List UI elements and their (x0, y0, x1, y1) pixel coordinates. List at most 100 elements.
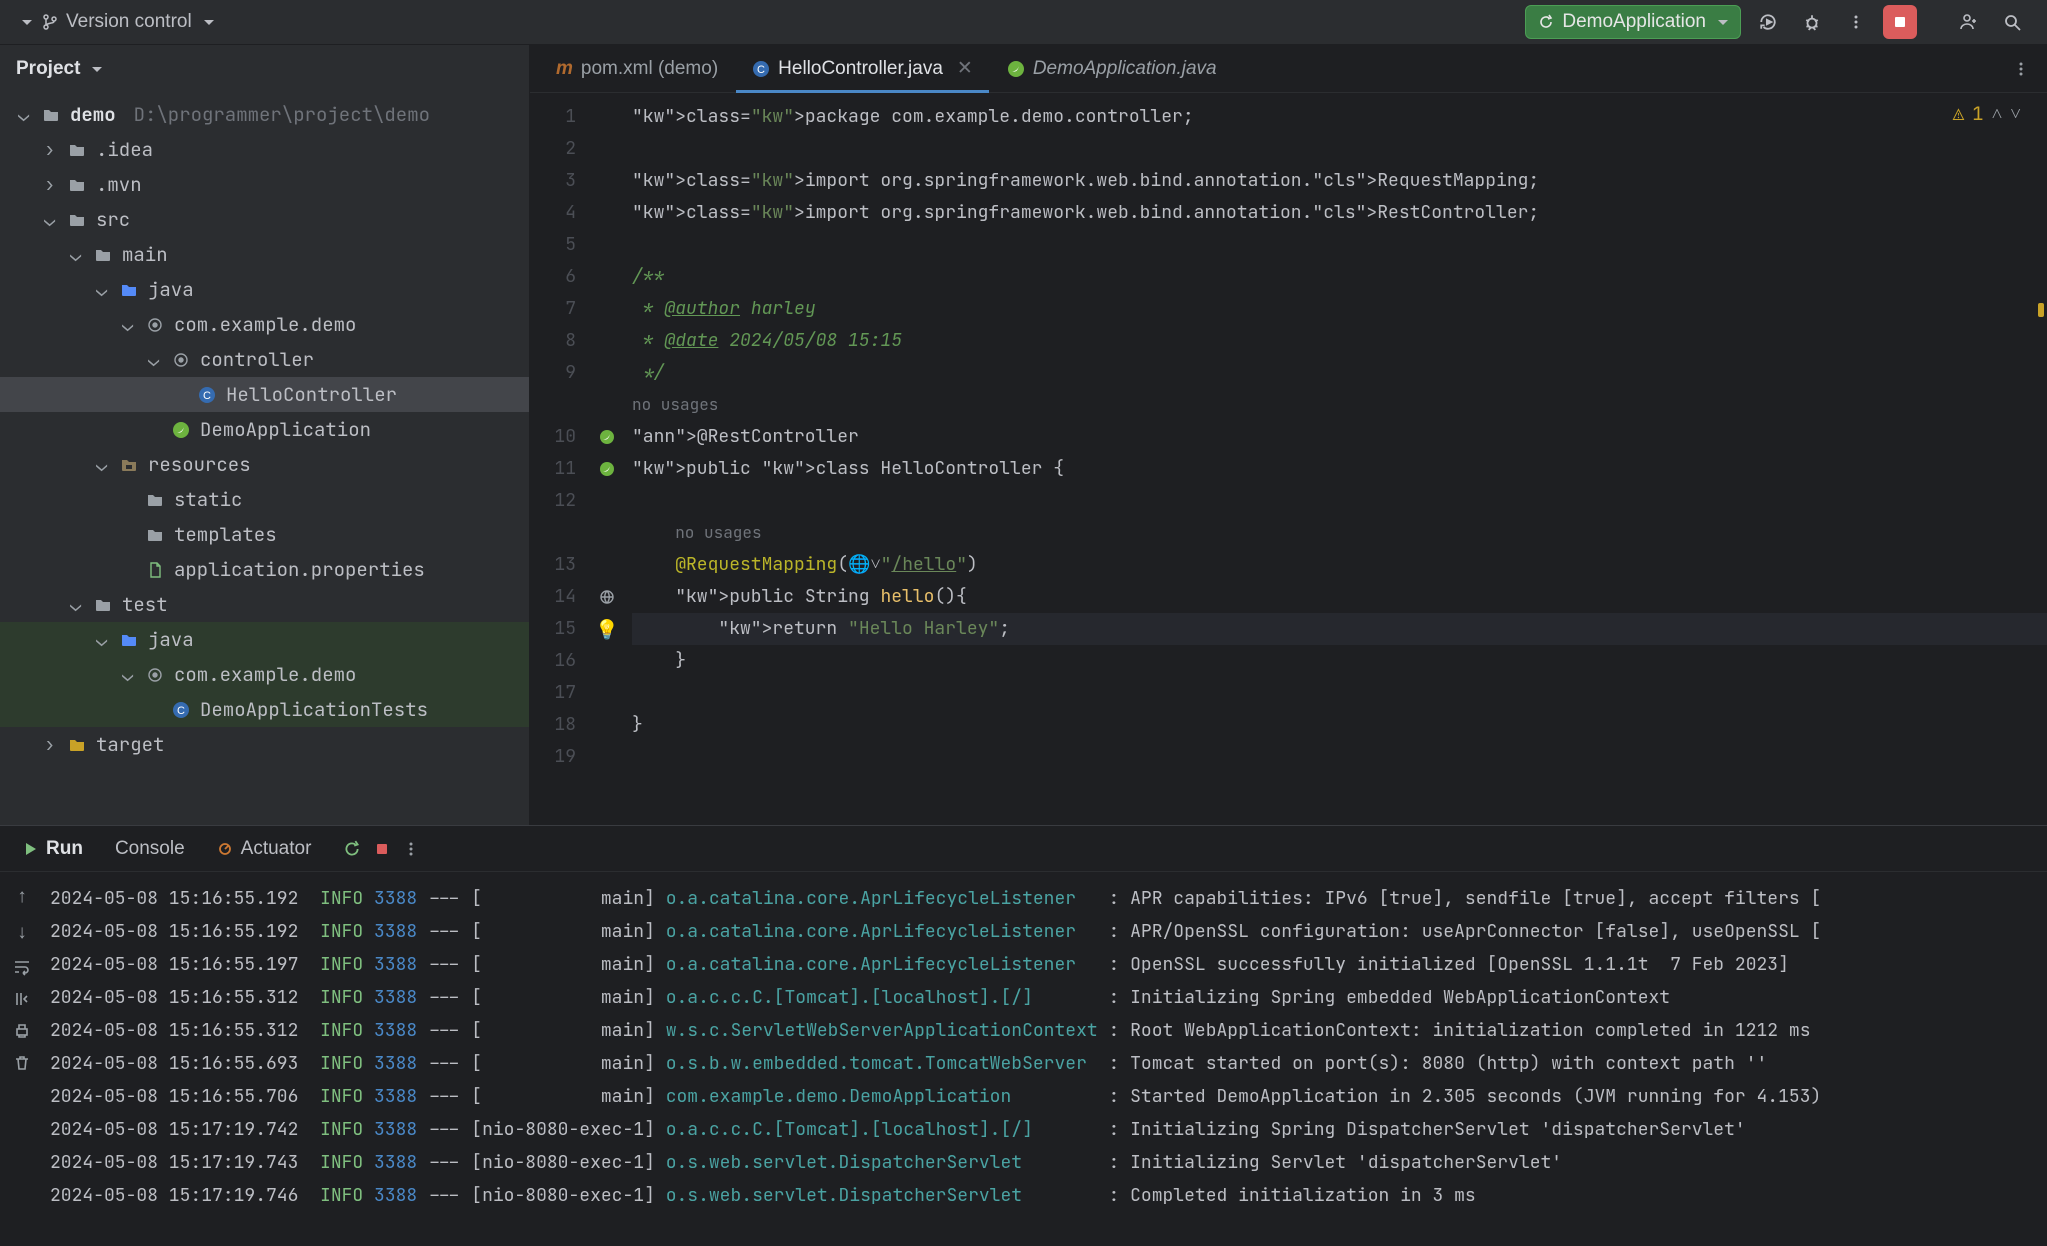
expand-arrow-icon: ⌄ (70, 242, 84, 267)
node-label: application.properties (174, 557, 425, 582)
actuator-tab[interactable]: Actuator (211, 834, 318, 864)
run-button[interactable] (1751, 5, 1785, 39)
class-icon: C (752, 60, 770, 78)
node-icon (92, 596, 114, 614)
soft-wrap-button[interactable] (13, 958, 31, 976)
spring-gutter-icon[interactable] (598, 460, 616, 478)
delete-button[interactable] (13, 1054, 31, 1072)
branch-icon (42, 14, 58, 30)
vc-label: Version control (66, 11, 192, 33)
node-path: D:\programmer\project\demo (134, 102, 430, 127)
maven-icon: m (556, 58, 573, 80)
expand-arrow-icon: ⌄ (44, 207, 58, 232)
spring-gutter-icon[interactable] (598, 428, 616, 446)
code-with-me-button[interactable] (1951, 5, 1985, 39)
node-icon (40, 106, 62, 124)
editor-tabs: mpom.xml (demo)CHelloController.java✕Dem… (530, 45, 2047, 93)
error-stripe[interactable] (2029, 93, 2047, 825)
tree-node[interactable]: ⌄ java (0, 622, 529, 657)
node-icon (144, 666, 166, 684)
tree-node[interactable]: ⌄ java (0, 272, 529, 307)
node-label: src (96, 207, 130, 232)
node-icon (170, 351, 192, 369)
prev-highlight-button[interactable]: ˄ (1992, 101, 2003, 126)
chevron-down-icon (200, 11, 214, 33)
more-actions-button[interactable] (1839, 5, 1873, 39)
expand-arrow-icon: › (44, 732, 58, 757)
tree-node[interactable]: ⌄ controller (0, 342, 529, 377)
console-output[interactable]: 2024-05-08 15:16:55.192 INFO 3388 --- [ … (44, 872, 2047, 1246)
editor-area: mpom.xml (demo)CHelloController.java✕Dem… (530, 45, 2047, 825)
node-label: templates (174, 522, 277, 547)
project-tree: ⌄ demo D:\programmer\project\demo› .idea… (0, 93, 529, 825)
tree-node[interactable]: ⌄ main (0, 237, 529, 272)
main-menu-dropdown[interactable] (18, 11, 32, 33)
web-gutter-icon[interactable] (599, 589, 615, 605)
stop-button[interactable] (375, 842, 389, 856)
tree-node[interactable]: › target (0, 727, 529, 762)
project-header[interactable]: Project (0, 45, 529, 93)
intention-bulb-icon[interactable]: 💡 (595, 617, 619, 642)
next-highlight-button[interactable]: ˅ (2010, 101, 2021, 126)
tree-node[interactable]: ⌄ resources (0, 447, 529, 482)
console-label: Console (115, 838, 185, 860)
expand-arrow-icon: ⌄ (70, 592, 84, 617)
search-everywhere-button[interactable] (1995, 5, 2029, 39)
node-label: com.example.demo (174, 662, 356, 687)
code-editor[interactable]: "kw">class="kw">package com.example.demo… (624, 93, 2047, 825)
debug-button[interactable] (1795, 5, 1829, 39)
editor-tab[interactable]: CHelloController.java✕ (736, 45, 989, 92)
run-tool-window: Run Console Actuator ↑ ↓ 2024-05-08 15:1… (0, 825, 2047, 1246)
tree-node[interactable]: application.properties (0, 552, 529, 587)
tree-node[interactable]: C HelloController (0, 377, 529, 412)
inspection-badge[interactable]: ⚠ 1 ˄ ˅ (1953, 101, 2021, 126)
project-title: Project (16, 58, 80, 80)
chevron-down-icon (1714, 11, 1728, 33)
run-tab[interactable]: Run (16, 834, 89, 864)
console-tab[interactable]: Console (109, 834, 191, 864)
node-label: java (148, 277, 194, 302)
up-button[interactable]: ↑ (17, 886, 27, 908)
tree-node[interactable]: ⌄ com.example.demo (0, 307, 529, 342)
down-button[interactable]: ↓ (17, 922, 27, 944)
editor-tab[interactable]: DemoApplication.java (991, 45, 1233, 92)
tree-node[interactable]: ⌄ com.example.demo (0, 657, 529, 692)
log-line: 2024-05-08 15:16:55.197 INFO 3388 --- [ … (50, 948, 2047, 981)
node-icon (66, 211, 88, 229)
node-icon (170, 421, 192, 439)
tree-node[interactable]: ⌄ test (0, 587, 529, 622)
node-icon (118, 456, 140, 474)
node-icon (144, 561, 166, 579)
tree-node[interactable]: templates (0, 517, 529, 552)
tree-node[interactable]: ⌄ src (0, 202, 529, 237)
node-icon (66, 176, 88, 194)
close-tab-button[interactable]: ✕ (957, 57, 973, 80)
print-button[interactable] (13, 1022, 31, 1040)
tree-node[interactable]: › .idea (0, 132, 529, 167)
tabs-more-button[interactable] (1995, 61, 2047, 77)
log-line: 2024-05-08 15:16:55.192 INFO 3388 --- [ … (50, 915, 2047, 948)
node-label: static (174, 487, 242, 512)
expand-arrow-icon: › (44, 137, 58, 162)
console-toolbar: ↑ ↓ (0, 872, 44, 1246)
run-icon (22, 841, 38, 857)
tree-node[interactable]: C DemoApplicationTests (0, 692, 529, 727)
more-button[interactable] (403, 841, 419, 857)
tree-node[interactable]: › .mvn (0, 167, 529, 202)
stop-button[interactable] (1883, 5, 1917, 39)
rerun-button[interactable] (343, 840, 361, 858)
node-icon (144, 316, 166, 334)
warning-icon: ⚠ (1953, 101, 1964, 126)
version-control-dropdown[interactable]: Version control (42, 11, 214, 33)
editor-tab[interactable]: mpom.xml (demo) (540, 45, 734, 92)
tree-node[interactable]: ⌄ demo D:\programmer\project\demo (0, 97, 529, 132)
gutter-icons: 💡 (590, 93, 624, 825)
scroll-end-button[interactable] (13, 990, 31, 1008)
svg-text:C: C (757, 64, 765, 76)
run-config-dropdown[interactable]: DemoApplication (1525, 5, 1741, 39)
tree-node[interactable]: static (0, 482, 529, 517)
warning-marker[interactable] (2038, 303, 2044, 317)
node-label: com.example.demo (174, 312, 356, 337)
tree-node[interactable]: DemoApplication (0, 412, 529, 447)
log-line: 2024-05-08 15:16:55.192 INFO 3388 --- [ … (50, 882, 2047, 915)
